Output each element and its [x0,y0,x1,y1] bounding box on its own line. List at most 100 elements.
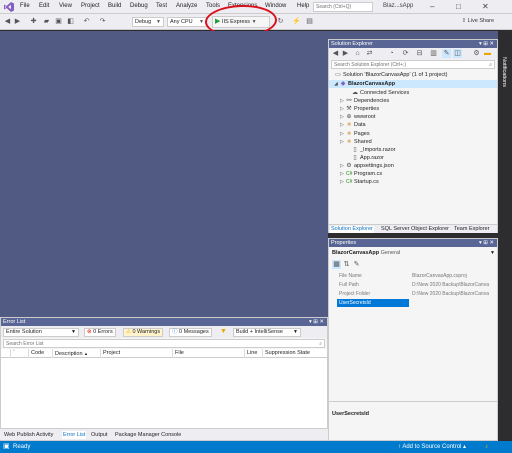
tree-item-connected-services[interactable]: ☁ Connected Services [346,89,409,97]
column-label: Description [55,351,83,357]
source-control-button[interactable]: ↑ Add to Source Control ▴ [398,441,466,453]
alphabetical-icon[interactable]: ⇅ [342,260,351,269]
tree-item-properties[interactable]: ▷ ⚒ Properties [340,105,379,113]
categorized-icon[interactable]: ▦ [332,260,341,269]
messages-filter-button[interactable]: ⓘ 0 Messages [169,328,212,337]
undo-icon[interactable]: ↶ [82,17,91,26]
search-input[interactable]: Search (Ctrl+Q) [313,2,373,12]
show-all-files-icon[interactable]: ▥ [429,49,438,58]
properties-icon[interactable]: ✎ [442,49,451,58]
back-icon[interactable]: ◀ [3,17,12,26]
menu-analyze[interactable]: Analyze [176,3,197,9]
property-row[interactable]: Full Path D:\New 2020 Backup\BlazorCanva [329,281,497,289]
property-description-title: UserSecretsId [332,411,369,417]
solution-explorer-title-bar: Solution Explorer ▾ ⊞ ✕ [329,40,497,48]
solution-explorer-search[interactable]: Search Solution Explorer (Ctrl+;) ⌕ [331,60,495,69]
chevron-down-icon: ▼ [199,19,204,25]
maximize-icon[interactable]: □ [456,2,461,12]
new-project-icon[interactable]: ✚ [29,17,38,26]
menu-file[interactable]: File [20,3,30,9]
errors-filter-button[interactable]: ⊗ 0 Errors [84,328,116,337]
column-header-suppression-state[interactable]: Suppression State [263,349,327,358]
notifications-sidebar[interactable]: Notifications [498,31,512,441]
property-row[interactable]: Project Folder D:\New 2020 Backup\Blazor… [329,290,497,298]
redo-icon[interactable]: ↷ [98,17,107,26]
back-icon[interactable]: ◀ [331,49,340,58]
object-name: BlazorCanvasApp [332,250,380,256]
property-row[interactable]: File Name BlazorCanvasApp.csproj [329,272,497,280]
tree-label: App.razor [360,155,384,161]
panel-controls[interactable]: ▾ ⊞ ✕ [309,318,324,326]
error-list-search[interactable]: Search Error List ⌕ [3,339,325,348]
configuration-dropdown[interactable]: Debug ▼ [132,17,164,27]
switch-views-icon[interactable]: ⇄ [365,49,374,58]
platform-dropdown[interactable]: Any CPU ▼ [167,17,207,27]
panel-controls[interactable]: ▾ ⊞ ✕ [479,239,494,247]
forward-icon[interactable]: ▶ [341,49,350,58]
menu-test[interactable]: Test [156,3,167,9]
editor-area [0,31,328,317]
toolbar-options-icon[interactable]: ▤ [305,17,314,26]
pin-icon[interactable]: ▬ [483,49,492,58]
tree-solution[interactable]: ▭ Solution 'BlazorCanvasApp' (1 of 1 proj… [335,71,447,79]
tree-item-pages[interactable]: ▷ ■ Pages [340,130,370,138]
preview-icon[interactable]: ◫ [453,49,462,58]
settings-icon[interactable]: ⚙ [472,49,481,58]
tab-team-explorer[interactable]: Team Explorer [453,226,490,233]
menu-build[interactable]: Build [108,3,121,9]
menu-debug[interactable]: Debug [130,3,148,9]
tree-item-data[interactable]: ▷ ■ Data [340,121,366,129]
column-header-description[interactable]: Description ▲ [53,349,101,358]
tab-sql-server-object-explorer[interactable]: SQL Server Object Explorer [380,226,450,233]
collapse-all-icon[interactable]: ⊟ [415,49,424,58]
tree-item-wwwroot[interactable]: ▷ ⊕ wwwroot [340,113,375,121]
tab-solution-explorer[interactable]: Solution Explorer [330,226,374,233]
property-row-selected[interactable]: UserSecretsId [329,299,497,307]
tree-item-program[interactable]: ▷ C# Program.cs [340,170,382,178]
tree-item-shared[interactable]: ▷ ■ Shared [340,138,372,146]
menu-view[interactable]: View [59,3,72,9]
tab-error-list[interactable]: Error List [62,431,87,439]
tree-project[interactable]: ◢ ◆ BlazorCanvasApp [329,80,497,88]
property-pages-icon[interactable]: ✎ [352,260,361,269]
tree-item-startup[interactable]: ▷ C# Startup.cs [340,178,379,186]
tree-item-app-razor[interactable]: ▯ App.razor [346,154,384,162]
minimize-icon[interactable]: – [430,2,434,12]
tab-web-publish-activity[interactable]: Web Publish Activity [3,431,54,439]
tab-package-manager-console[interactable]: Package Manager Console [114,431,182,439]
menu-project[interactable]: Project [81,3,100,9]
tree-item-imports[interactable]: ▯ _Imports.razor [346,146,395,154]
column-header-icon[interactable] [1,349,11,358]
forward-icon[interactable]: ▶ [13,17,22,26]
warnings-filter-button[interactable]: ⚠ 0 Warnings [123,328,164,337]
filter-icon[interactable]: ▼ [219,327,228,336]
live-share-button[interactable]: ⇪ Live Share [462,18,494,24]
sync-icon[interactable]: ⟳ [401,49,410,58]
tree-item-appsettings[interactable]: ▷ ⚙ appsettings.json [340,162,394,170]
pending-changes-icon[interactable]: ◔ [387,49,396,58]
save-all-icon[interactable]: ◧ [66,17,75,26]
save-icon[interactable]: ▣ [54,17,63,26]
properties-object-selector[interactable]: BlazorCanvasApp General ▼ [332,249,496,257]
column-header-sort-icon[interactable]: ˇ [11,349,29,358]
hot-reload-icon[interactable]: ⚡ [292,17,301,26]
menu-edit[interactable]: Edit [39,3,49,9]
home-icon[interactable]: ⌂ [353,49,362,58]
notification-bell-icon[interactable]: ♪ [485,441,488,453]
refresh-icon[interactable]: ↻ [276,17,285,26]
open-folder-icon[interactable]: ▰ [42,17,51,26]
menu-help[interactable]: Help [297,3,309,9]
column-header-file[interactable]: File [173,349,245,358]
tab-output[interactable]: Output [90,431,109,439]
column-header-line[interactable]: Line [245,349,263,358]
scope-dropdown[interactable]: Entire Solution ▼ [3,328,79,337]
tree-item-dependencies[interactable]: ▷ ⚯ Dependencies [340,97,389,105]
close-icon[interactable]: ✕ [482,2,489,12]
warnings-label: 0 Warnings [132,329,161,335]
panel-controls[interactable]: ▾ ⊞ ✕ [479,40,494,48]
column-header-code[interactable]: Code [29,349,53,358]
column-header-project[interactable]: Project [101,349,173,358]
build-filter-dropdown[interactable]: Build + IntelliSense ▼ [233,328,301,337]
menu-window[interactable]: Window [265,3,286,9]
property-value: D:\New 2020 Backup\BlazorCanva [412,282,489,288]
